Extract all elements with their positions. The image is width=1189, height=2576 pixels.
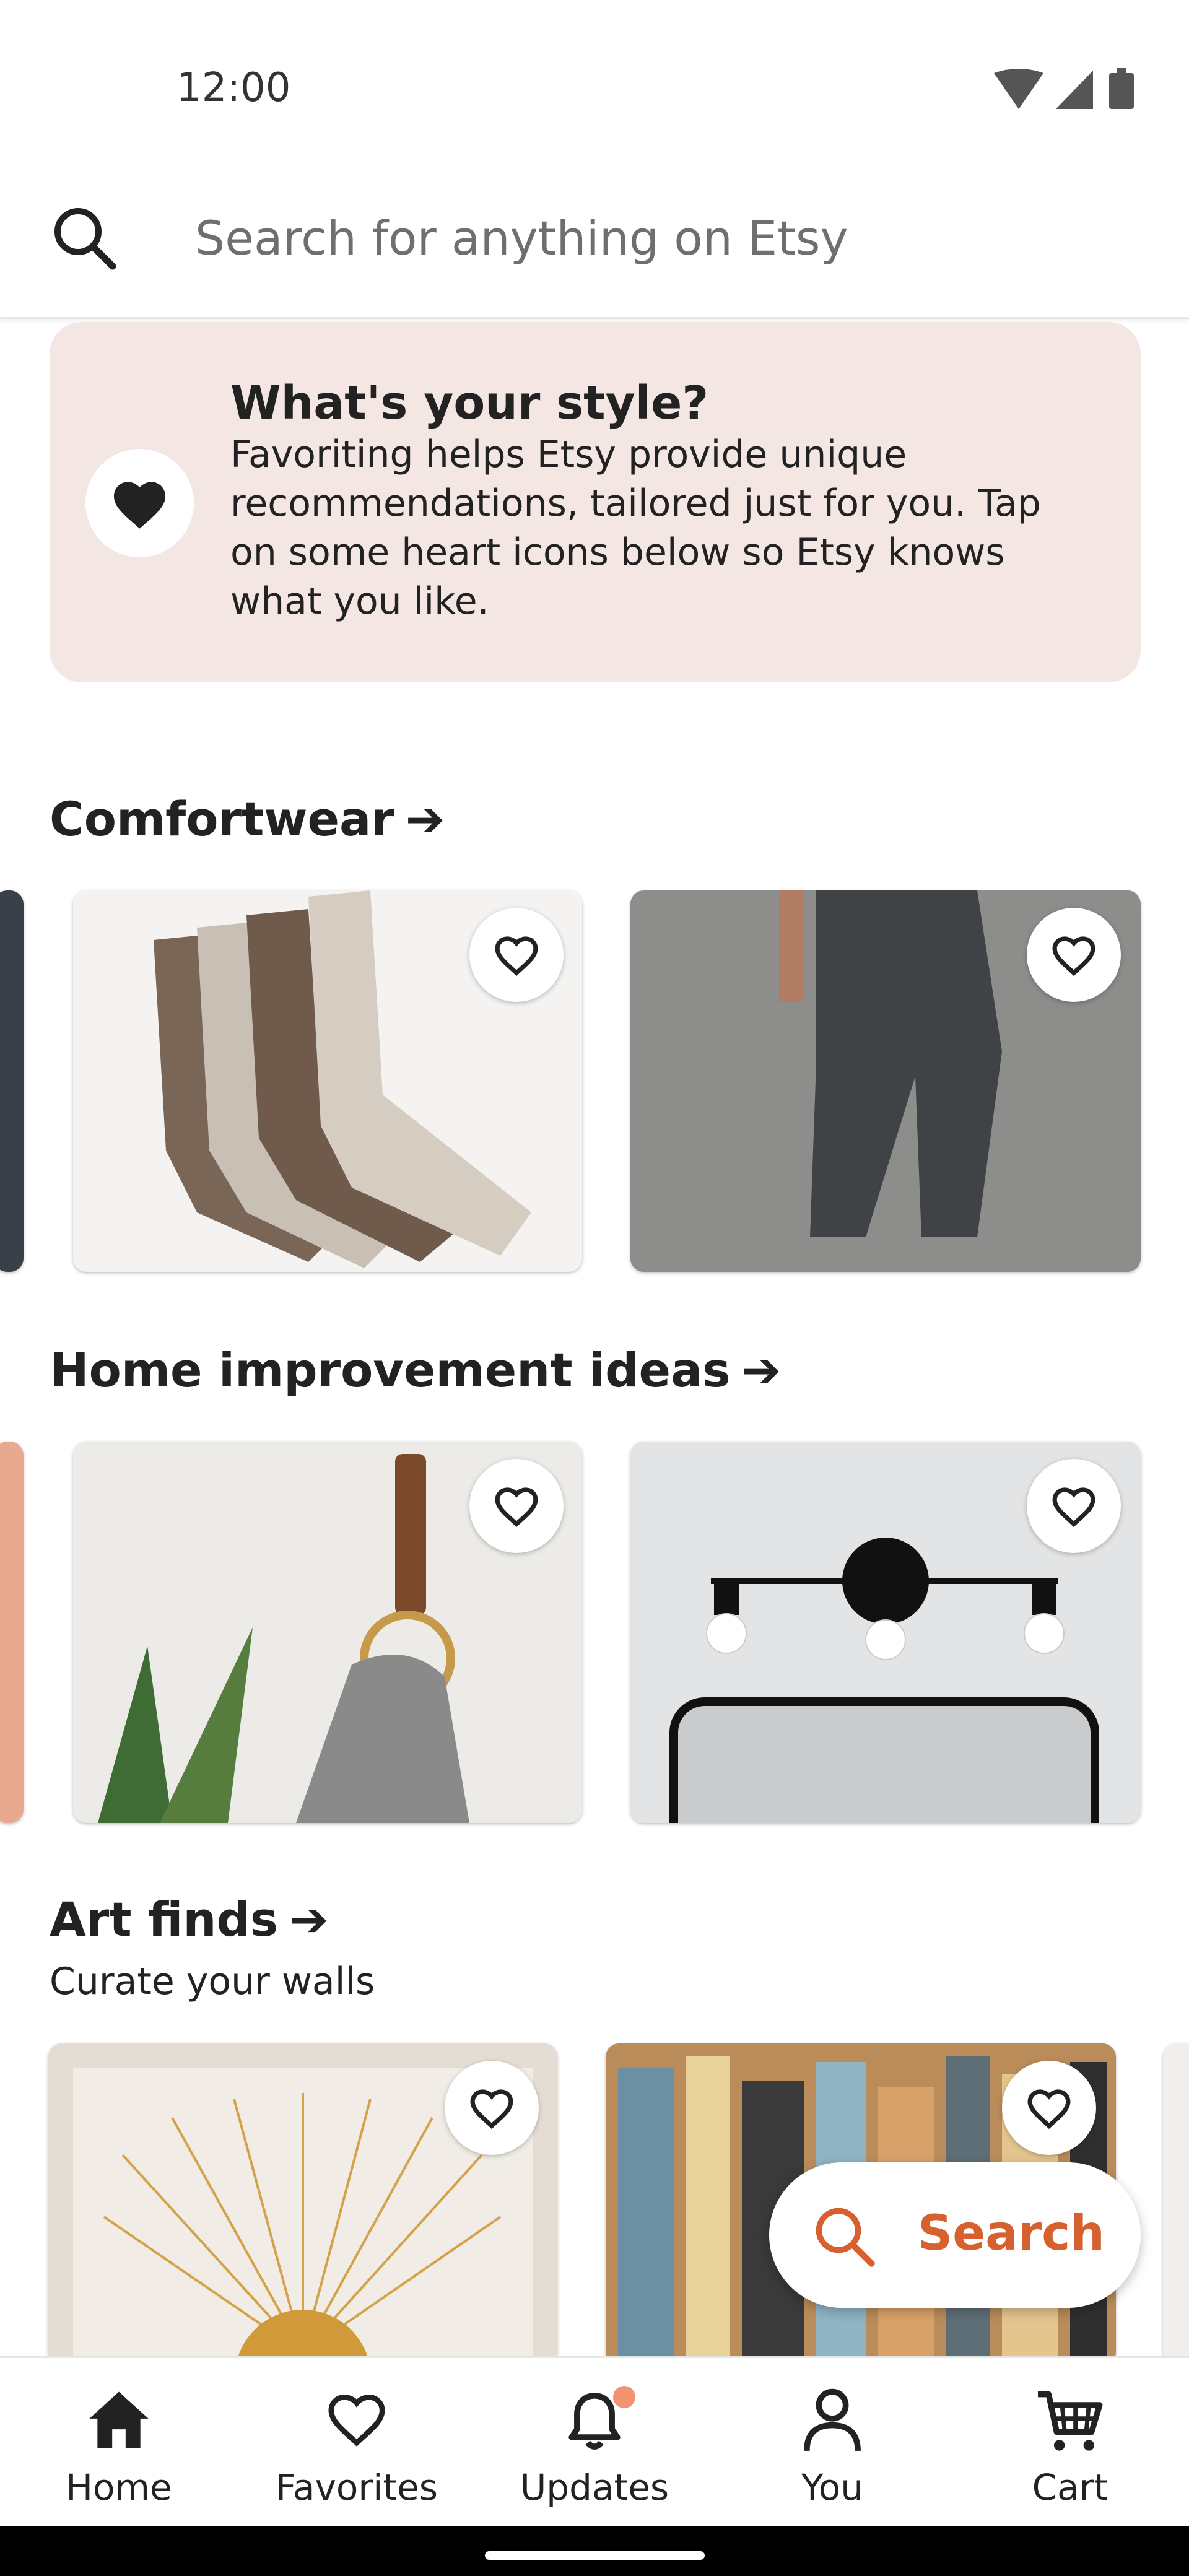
arrow-right-icon: ➔ (741, 1342, 782, 1398)
arrow-right-icon: ➔ (405, 791, 445, 846)
favorite-button[interactable] (469, 908, 564, 1002)
nav-item-home[interactable]: Home (0, 2358, 238, 2528)
product-card-hook[interactable] (73, 1442, 582, 1823)
style-banner: What's your style? Favoriting helps Etsy… (50, 322, 1141, 682)
product-card-light-fixture[interactable] (630, 1442, 1141, 1823)
notification-badge (613, 2386, 635, 2408)
section-title-label: Comfortwear (50, 791, 394, 846)
system-nav-bar (0, 2526, 1189, 2576)
heart-outline-icon (495, 1487, 538, 1528)
favorite-button[interactable] (1027, 1459, 1121, 1553)
heart-outline-icon (1052, 1487, 1095, 1528)
search-input[interactable]: Search for anything on Etsy (195, 211, 848, 266)
product-card-pants[interactable] (630, 890, 1141, 1272)
nav-item-label: You (801, 2466, 863, 2509)
search-icon[interactable] (51, 204, 119, 272)
nav-item-cart[interactable]: Cart (951, 2358, 1189, 2528)
status-icons (994, 68, 1134, 109)
product-card-partial[interactable] (0, 1442, 24, 1823)
section-title-label: Home improvement ideas (50, 1342, 731, 1398)
signal-icon (1056, 71, 1093, 109)
floating-search-button[interactable]: Search (769, 2162, 1141, 2308)
product-card-socks[interactable] (73, 890, 582, 1272)
section-subtitle: Curate your walls (50, 1960, 375, 2003)
banner-title: What's your style? (230, 376, 709, 430)
nav-item-label: Home (66, 2466, 172, 2509)
nav-item-label: Cart (1032, 2466, 1108, 2509)
nav-item-label: Favorites (276, 2466, 438, 2509)
nav-item-updates[interactable]: Updates (476, 2358, 713, 2528)
floating-search-label: Search (918, 2206, 1105, 2261)
favorite-button[interactable] (445, 2061, 539, 2155)
banner-body: Favoriting helps Etsy provide unique rec… (230, 433, 1041, 623)
heart-outline-icon (328, 2394, 385, 2447)
heart-outline-icon (1027, 2089, 1071, 2130)
person-icon (804, 2388, 861, 2452)
product-card-sun-print[interactable] (48, 2043, 557, 2365)
cart-icon (1038, 2391, 1103, 2451)
section-title-comfortwear[interactable]: Comfortwear ➔ (50, 791, 445, 846)
favorite-button[interactable] (1027, 908, 1121, 1002)
section-title-home-improvement[interactable]: Home improvement ideas ➔ (50, 1342, 781, 1398)
heart-filled-icon (113, 482, 166, 529)
search-bar[interactable]: Search for anything on Etsy (0, 186, 1189, 319)
battery-icon (1109, 73, 1134, 109)
search-icon (816, 2208, 875, 2267)
section-title-art-finds[interactable]: Art finds ➔ (50, 1892, 329, 1947)
favorite-button[interactable] (1002, 2061, 1096, 2155)
section-title-label: Art finds (50, 1892, 279, 1947)
heart-outline-icon (495, 936, 538, 977)
bottom-navigation: Home Favorites Updates You Cart (0, 2356, 1189, 2526)
nav-item-favorites[interactable]: Favorites (238, 2358, 476, 2528)
favorite-button[interactable] (469, 1459, 564, 1553)
heart-outline-icon (470, 2089, 513, 2130)
arrow-right-icon: ➔ (289, 1892, 329, 1947)
home-gesture-handle[interactable] (485, 2551, 705, 2560)
home-icon (89, 2391, 149, 2448)
wifi-icon (994, 69, 1043, 109)
heart-badge (85, 449, 194, 557)
heart-outline-icon (1052, 936, 1095, 977)
status-time: 12:00 (176, 65, 291, 111)
nav-item-you[interactable]: You (713, 2358, 951, 2528)
nav-item-label: Updates (520, 2466, 669, 2509)
product-card-partial[interactable] (1163, 2043, 1189, 2365)
status-bar: 12:00 (0, 0, 1189, 186)
product-card-partial[interactable] (0, 890, 24, 1272)
